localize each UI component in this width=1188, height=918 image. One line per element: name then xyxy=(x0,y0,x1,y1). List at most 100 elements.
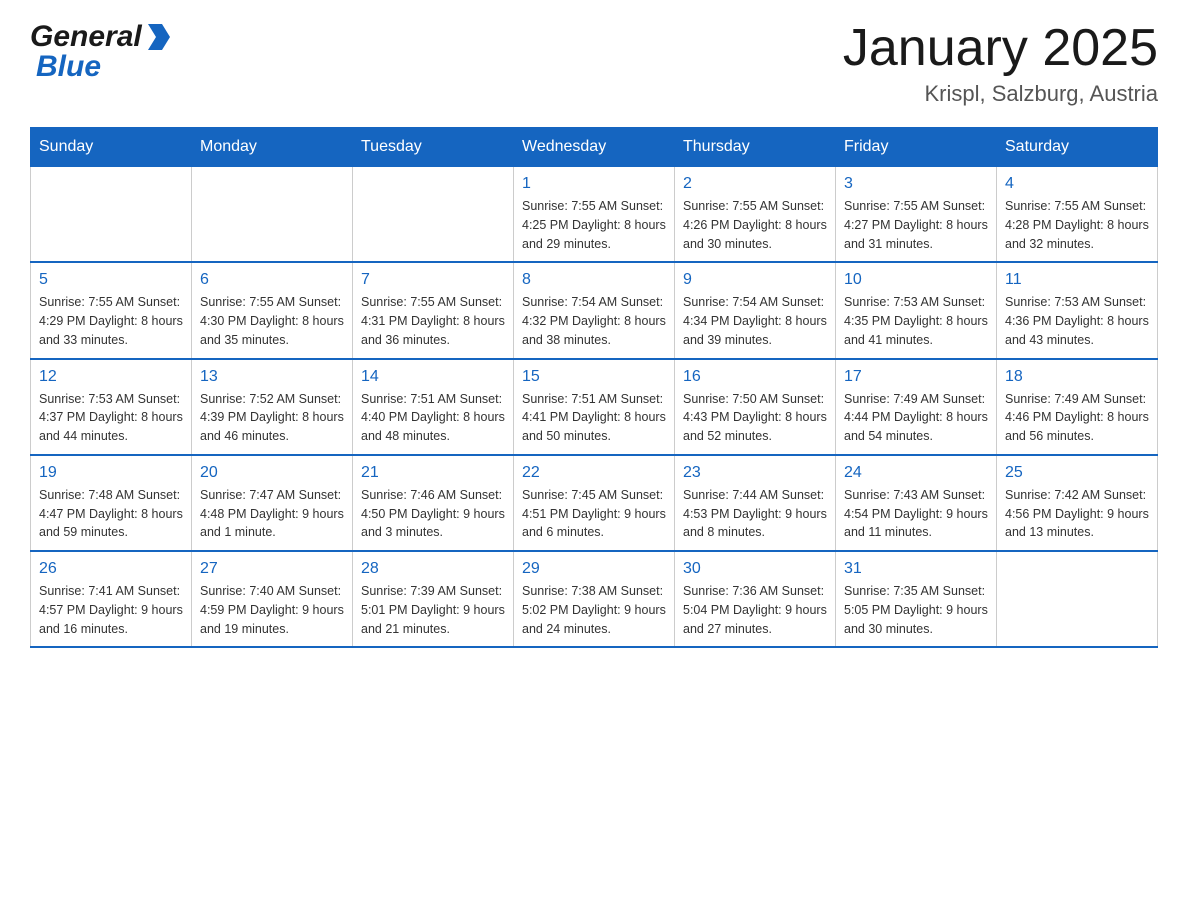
calendar-header-row: Sunday Monday Tuesday Wednesday Thursday… xyxy=(31,128,1158,167)
col-saturday: Saturday xyxy=(997,128,1158,167)
day-info: Sunrise: 7:52 AM Sunset: 4:39 PM Dayligh… xyxy=(200,390,344,446)
day-number: 2 xyxy=(683,175,827,193)
day-info: Sunrise: 7:40 AM Sunset: 4:59 PM Dayligh… xyxy=(200,582,344,638)
calendar-cell: 26 Sunrise: 7:41 AM Sunset: 4:57 PM Dayli… xyxy=(31,551,192,647)
calendar-cell xyxy=(997,551,1158,647)
day-number: 6 xyxy=(200,271,344,289)
day-info: Sunrise: 7:35 AM Sunset: 5:05 PM Dayligh… xyxy=(844,582,988,638)
day-info: Sunrise: 7:48 AM Sunset: 4:47 PM Dayligh… xyxy=(39,486,183,542)
day-info: Sunrise: 7:53 AM Sunset: 4:36 PM Dayligh… xyxy=(1005,293,1149,349)
calendar-cell: 14 Sunrise: 7:51 AM Sunset: 4:40 PM Dayli… xyxy=(353,359,514,455)
day-number: 23 xyxy=(683,464,827,482)
calendar-week-row: 5 Sunrise: 7:55 AM Sunset: 4:29 PM Daylig… xyxy=(31,262,1158,358)
col-friday: Friday xyxy=(836,128,997,167)
calendar-cell: 2 Sunrise: 7:55 AM Sunset: 4:26 PM Daylig… xyxy=(675,167,836,263)
day-info: Sunrise: 7:47 AM Sunset: 4:48 PM Dayligh… xyxy=(200,486,344,542)
calendar-title: January 2025 xyxy=(843,20,1158,77)
day-number: 9 xyxy=(683,271,827,289)
calendar-cell: 4 Sunrise: 7:55 AM Sunset: 4:28 PM Daylig… xyxy=(997,167,1158,263)
day-number: 16 xyxy=(683,368,827,386)
calendar-cell: 7 Sunrise: 7:55 AM Sunset: 4:31 PM Daylig… xyxy=(353,262,514,358)
calendar-table: Sunday Monday Tuesday Wednesday Thursday… xyxy=(30,127,1158,648)
day-info: Sunrise: 7:45 AM Sunset: 4:51 PM Dayligh… xyxy=(522,486,666,542)
day-number: 11 xyxy=(1005,271,1149,289)
col-thursday: Thursday xyxy=(675,128,836,167)
calendar-cell: 12Sunrise: 7:53 AM Sunset: 4:37 PM Dayli… xyxy=(31,359,192,455)
day-info: Sunrise: 7:38 AM Sunset: 5:02 PM Dayligh… xyxy=(522,582,666,638)
day-number: 30 xyxy=(683,560,827,578)
calendar-cell xyxy=(353,167,514,263)
col-tuesday: Tuesday xyxy=(353,128,514,167)
day-info: Sunrise: 7:43 AM Sunset: 4:54 PM Dayligh… xyxy=(844,486,988,542)
col-wednesday: Wednesday xyxy=(514,128,675,167)
calendar-cell xyxy=(192,167,353,263)
day-info: Sunrise: 7:54 AM Sunset: 4:32 PM Dayligh… xyxy=(522,293,666,349)
day-number: 26 xyxy=(39,560,183,578)
day-number: 25 xyxy=(1005,464,1149,482)
title-area: January 2025 Krispl, Salzburg, Austria xyxy=(843,20,1158,107)
day-number: 19 xyxy=(39,464,183,482)
day-number: 4 xyxy=(1005,175,1149,193)
logo-general-text: General xyxy=(30,20,142,54)
day-number: 17 xyxy=(844,368,988,386)
day-number: 1 xyxy=(522,175,666,193)
day-info: Sunrise: 7:42 AM Sunset: 4:56 PM Dayligh… xyxy=(1005,486,1149,542)
calendar-cell: 22 Sunrise: 7:45 AM Sunset: 4:51 PM Dayli… xyxy=(514,455,675,551)
day-number: 10 xyxy=(844,271,988,289)
day-info: Sunrise: 7:55 AM Sunset: 4:31 PM Dayligh… xyxy=(361,293,505,349)
day-number: 24 xyxy=(844,464,988,482)
calendar-cell: 16 Sunrise: 7:50 AM Sunset: 4:43 PM Dayli… xyxy=(675,359,836,455)
day-info: Sunrise: 7:55 AM Sunset: 4:28 PM Dayligh… xyxy=(1005,197,1149,253)
calendar-subtitle: Krispl, Salzburg, Austria xyxy=(843,81,1158,107)
day-info: Sunrise: 7:36 AM Sunset: 5:04 PM Dayligh… xyxy=(683,582,827,638)
day-number: 20 xyxy=(200,464,344,482)
calendar-cell: 30 Sunrise: 7:36 AM Sunset: 5:04 PM Dayli… xyxy=(675,551,836,647)
day-info: Sunrise: 7:51 AM Sunset: 4:40 PM Dayligh… xyxy=(361,390,505,446)
day-number: 22 xyxy=(522,464,666,482)
day-info: Sunrise: 7:55 AM Sunset: 4:25 PM Dayligh… xyxy=(522,197,666,253)
calendar-cell: 1 Sunrise: 7:55 AM Sunset: 4:25 PM Daylig… xyxy=(514,167,675,263)
calendar-cell: 19 Sunrise: 7:48 AM Sunset: 4:47 PM Dayli… xyxy=(31,455,192,551)
day-info: Sunrise: 7:53 AM Sunset: 4:37 PM Dayligh… xyxy=(39,390,183,446)
day-info: Sunrise: 7:55 AM Sunset: 4:30 PM Dayligh… xyxy=(200,293,344,349)
calendar-cell: 9Sunrise: 7:54 AM Sunset: 4:34 PM Daylig… xyxy=(675,262,836,358)
calendar-cell: 17Sunrise: 7:49 AM Sunset: 4:44 PM Dayli… xyxy=(836,359,997,455)
calendar-cell: 3 Sunrise: 7:55 AM Sunset: 4:27 PM Daylig… xyxy=(836,167,997,263)
calendar-week-row: 1 Sunrise: 7:55 AM Sunset: 4:25 PM Daylig… xyxy=(31,167,1158,263)
day-info: Sunrise: 7:51 AM Sunset: 4:41 PM Dayligh… xyxy=(522,390,666,446)
day-info: Sunrise: 7:53 AM Sunset: 4:35 PM Dayligh… xyxy=(844,293,988,349)
day-number: 27 xyxy=(200,560,344,578)
calendar-cell: 31 Sunrise: 7:35 AM Sunset: 5:05 PM Dayli… xyxy=(836,551,997,647)
calendar-cell: 13Sunrise: 7:52 AM Sunset: 4:39 PM Dayli… xyxy=(192,359,353,455)
calendar-week-row: 19 Sunrise: 7:48 AM Sunset: 4:47 PM Dayli… xyxy=(31,455,1158,551)
calendar-cell: 23 Sunrise: 7:44 AM Sunset: 4:53 PM Dayli… xyxy=(675,455,836,551)
calendar-cell: 15Sunrise: 7:51 AM Sunset: 4:41 PM Dayli… xyxy=(514,359,675,455)
calendar-week-row: 26 Sunrise: 7:41 AM Sunset: 4:57 PM Dayli… xyxy=(31,551,1158,647)
calendar-cell xyxy=(31,167,192,263)
day-number: 14 xyxy=(361,368,505,386)
day-number: 8 xyxy=(522,271,666,289)
day-info: Sunrise: 7:55 AM Sunset: 4:27 PM Dayligh… xyxy=(844,197,988,253)
day-number: 31 xyxy=(844,560,988,578)
day-info: Sunrise: 7:39 AM Sunset: 5:01 PM Dayligh… xyxy=(361,582,505,638)
calendar-cell: 20 Sunrise: 7:47 AM Sunset: 4:48 PM Dayli… xyxy=(192,455,353,551)
day-number: 29 xyxy=(522,560,666,578)
day-number: 7 xyxy=(361,271,505,289)
day-info: Sunrise: 7:50 AM Sunset: 4:43 PM Dayligh… xyxy=(683,390,827,446)
day-info: Sunrise: 7:46 AM Sunset: 4:50 PM Dayligh… xyxy=(361,486,505,542)
header: General Blue January 2025 Krispl, Salzbu… xyxy=(30,20,1158,107)
day-info: Sunrise: 7:55 AM Sunset: 4:29 PM Dayligh… xyxy=(39,293,183,349)
calendar-cell: 11 Sunrise: 7:53 AM Sunset: 4:36 PM Dayli… xyxy=(997,262,1158,358)
day-info: Sunrise: 7:44 AM Sunset: 4:53 PM Dayligh… xyxy=(683,486,827,542)
col-monday: Monday xyxy=(192,128,353,167)
day-info: Sunrise: 7:49 AM Sunset: 4:46 PM Dayligh… xyxy=(1005,390,1149,446)
calendar-cell: 27 Sunrise: 7:40 AM Sunset: 4:59 PM Dayli… xyxy=(192,551,353,647)
calendar-cell: 29 Sunrise: 7:38 AM Sunset: 5:02 PM Dayli… xyxy=(514,551,675,647)
day-number: 5 xyxy=(39,271,183,289)
calendar-week-row: 12Sunrise: 7:53 AM Sunset: 4:37 PM Dayli… xyxy=(31,359,1158,455)
col-sunday: Sunday xyxy=(31,128,192,167)
day-info: Sunrise: 7:55 AM Sunset: 4:26 PM Dayligh… xyxy=(683,197,827,253)
calendar-cell: 8 Sunrise: 7:54 AM Sunset: 4:32 PM Daylig… xyxy=(514,262,675,358)
day-number: 3 xyxy=(844,175,988,193)
day-info: Sunrise: 7:41 AM Sunset: 4:57 PM Dayligh… xyxy=(39,582,183,638)
